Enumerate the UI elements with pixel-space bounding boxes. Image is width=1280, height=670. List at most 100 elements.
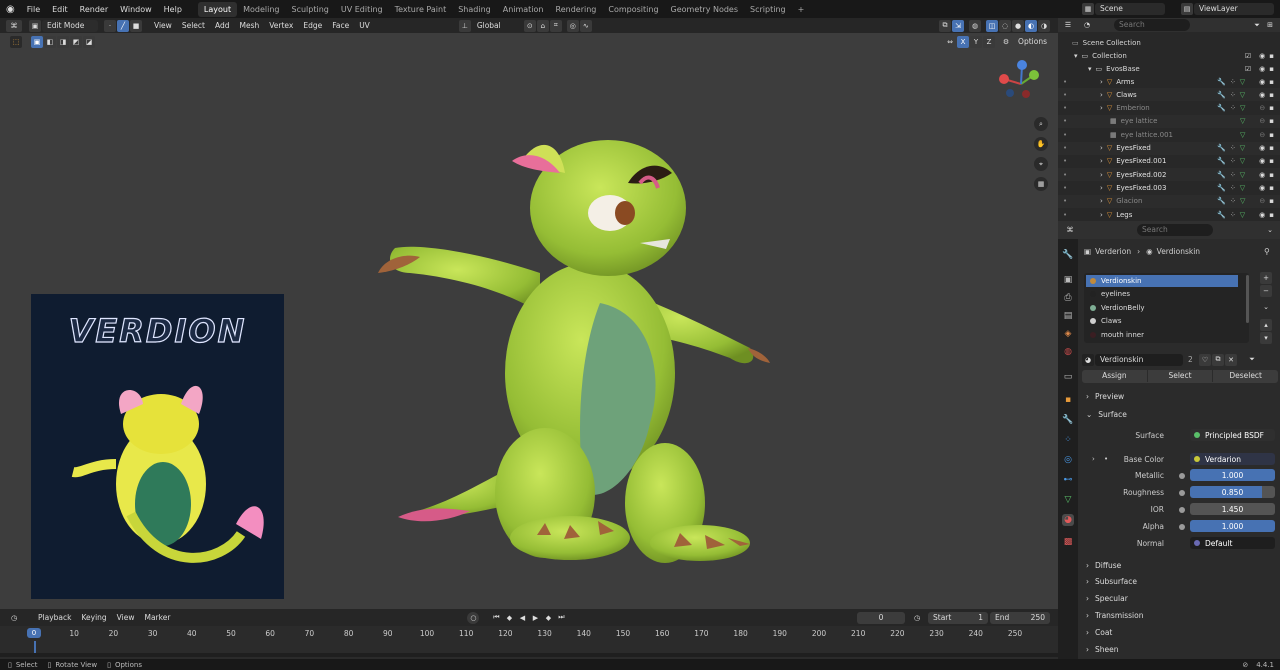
jump-end-icon[interactable]: ⏭ xyxy=(555,612,567,624)
node-tree-icon[interactable]: ⏷ xyxy=(1246,354,1258,366)
wireframe-shading-icon[interactable]: ◌ xyxy=(999,19,1011,32)
axis-z-toggle[interactable]: Z xyxy=(983,36,996,48)
checkbox-icon[interactable]: ☑ xyxy=(1245,65,1251,73)
tab-rendering[interactable]: Rendering xyxy=(550,2,603,17)
tool-settings-icon[interactable]: ⚙ xyxy=(1000,36,1012,48)
collection-tab-icon[interactable]: ▭ xyxy=(1062,371,1074,383)
section-transmission[interactable]: › Transmission xyxy=(1086,608,1143,622)
timeline-editor-icon[interactable]: ◷ xyxy=(6,612,22,624)
clock-icon[interactable]: ◷ xyxy=(911,612,923,624)
material-slot-verdionbelly[interactable]: VerdionBelly xyxy=(1086,302,1238,314)
dropdown-icon[interactable]: ⌄ xyxy=(1264,224,1276,236)
select-new-icon[interactable]: ▣ xyxy=(31,36,43,48)
scene-collection-row[interactable]: ▭ Scene Collection xyxy=(1058,36,1280,49)
overlay-icon[interactable]: ◍ xyxy=(969,19,981,32)
properties-editor-icon[interactable]: ⌘ xyxy=(1064,224,1076,236)
play-icon[interactable]: ▶ xyxy=(529,612,541,624)
outliner-search[interactable]: Search xyxy=(1114,19,1190,31)
reference-image[interactable]: VERDION xyxy=(31,294,284,599)
material-slot-verdionskin[interactable]: Verdionskin xyxy=(1086,275,1238,287)
outliner-item-eyesfixed-001[interactable]: • › ▽ EyesFixed.001 🔧 ⁘ ▽ ◉ ▪ xyxy=(1058,155,1280,168)
outliner-item-eyesfixed-002[interactable]: • › ▽ EyesFixed.002 🔧 ⁘ ▽ ◉ ▪ xyxy=(1058,168,1280,182)
options-dropdown[interactable]: Options xyxy=(1013,36,1052,48)
texture-tab-icon[interactable]: ▩ xyxy=(1062,536,1074,548)
tab-uv-editing[interactable]: UV Editing xyxy=(335,2,389,17)
menu-view[interactable]: View xyxy=(149,20,177,32)
menu-marker[interactable]: Marker xyxy=(139,612,175,624)
play-reverse-icon[interactable]: ◀ xyxy=(516,612,528,624)
eye-icon[interactable]: ◉ xyxy=(1259,144,1265,152)
render-tab-icon[interactable]: ▣ xyxy=(1062,274,1074,286)
section-specular[interactable]: › Specular xyxy=(1086,592,1128,606)
menu-add[interactable]: Add xyxy=(210,20,235,32)
section-subsurface[interactable]: › Subsurface xyxy=(1086,575,1137,589)
tool-tab-icon[interactable]: 🔧 xyxy=(1062,249,1074,261)
unlink-material-icon[interactable]: ✕ xyxy=(1225,353,1237,366)
3d-viewport[interactable]: VERDION ⌕ ✋ ⌖ ▦ xyxy=(0,33,1058,609)
physics-tab-icon[interactable]: ◎ xyxy=(1062,454,1074,466)
chevron-right-icon[interactable]: › xyxy=(1100,157,1103,165)
output-tab-icon[interactable]: ⎙ xyxy=(1062,292,1074,304)
material-name-field[interactable]: Verdionskin xyxy=(1095,353,1183,366)
edge-select-icon[interactable]: ╱ xyxy=(117,19,129,32)
start-frame-field[interactable]: Start 1 xyxy=(928,611,988,624)
camera-icon[interactable]: ▪ xyxy=(1269,211,1274,219)
normal-field[interactable]: Default xyxy=(1190,537,1275,549)
current-frame-field[interactable]: 0 xyxy=(857,611,905,624)
eye-icon[interactable]: ◉ xyxy=(1259,91,1265,99)
outliner-item-legs[interactable]: • › ▽ Legs 🔧 ⁘ ▽ ◉ ▪ xyxy=(1058,208,1280,221)
chevron-right-icon[interactable]: › xyxy=(1100,211,1103,219)
proportional-edit-icon[interactable]: ◎ xyxy=(566,19,579,32)
menu-file[interactable]: File xyxy=(21,5,46,14)
visibility-icon[interactable]: ⧉ xyxy=(939,19,951,32)
snap-icon[interactable]: ⌂ xyxy=(536,19,549,32)
menu-mesh[interactable]: Mesh xyxy=(234,20,264,32)
outliner-item-eye-lattice-001[interactable]: • ▦ eye lattice.001 ▽ ⊖ ▪ xyxy=(1058,128,1280,141)
modifier-tab-icon[interactable]: 🔧 xyxy=(1062,414,1074,426)
chevron-right-icon[interactable]: › xyxy=(1100,78,1103,86)
tab-shading[interactable]: Shading xyxy=(452,2,497,17)
outliner-item-eyesfixed-003[interactable]: • › ▽ EyesFixed.003 🔧 ⁘ ▽ ◉ ▪ xyxy=(1058,181,1280,194)
eye-icon[interactable]: ◉ xyxy=(1259,52,1265,60)
menu-select[interactable]: Select xyxy=(177,20,210,32)
material-slot-claws[interactable]: Claws xyxy=(1086,315,1238,327)
tab-scripting[interactable]: Scripting xyxy=(744,2,792,17)
select-invert-icon[interactable]: ◩ xyxy=(70,36,82,48)
eye-icon[interactable]: ⊖ xyxy=(1259,197,1265,205)
material-slot-eyelines[interactable]: eyelines xyxy=(1086,288,1238,300)
end-frame-field[interactable]: End 250 xyxy=(990,611,1050,624)
camera-icon[interactable]: ▪ xyxy=(1269,131,1274,139)
chevron-right-icon[interactable]: › xyxy=(1100,104,1103,112)
mode-selector[interactable]: Edit Mode xyxy=(42,19,98,32)
face-select-icon[interactable]: ■ xyxy=(130,19,142,32)
menu-edit[interactable]: Edit xyxy=(46,5,74,14)
xray-icon[interactable]: ◫ xyxy=(986,19,998,32)
section-diffuse[interactable]: › Diffuse xyxy=(1086,558,1121,572)
roughness-field[interactable]: 0.850 xyxy=(1190,486,1275,498)
material-tab-icon[interactable]: ◕ xyxy=(1062,514,1074,526)
filter-icon[interactable]: ⏷ xyxy=(1251,19,1263,31)
menu-keying[interactable]: Keying xyxy=(76,612,111,624)
add-workspace-button[interactable]: + xyxy=(792,2,811,17)
solid-shading-icon[interactable]: ● xyxy=(1012,19,1024,32)
outliner-item-claws[interactable]: • › ▽ Claws 🔧 ⁘ ▽ ◉ ▪ xyxy=(1058,88,1280,102)
auto-key-icon[interactable]: ○ xyxy=(467,611,480,624)
eye-icon[interactable]: ⊖ xyxy=(1259,117,1265,125)
tab-compositing[interactable]: Compositing xyxy=(602,2,664,17)
metallic-field[interactable]: 1.000 xyxy=(1190,469,1275,481)
chevron-right-icon[interactable]: › xyxy=(1100,144,1103,152)
data-tab-icon[interactable]: ▽ xyxy=(1062,494,1074,506)
select-subtract-icon[interactable]: ◨ xyxy=(57,36,69,48)
select-tool-icon[interactable]: ⬚ xyxy=(10,36,22,48)
viewlayer-icon[interactable]: ▤ xyxy=(1181,3,1193,15)
slot-scrollbar[interactable] xyxy=(1246,275,1249,323)
transform-orientation-selector[interactable]: Global xyxy=(472,20,520,32)
scene-tab-icon[interactable]: ◈ xyxy=(1062,328,1074,340)
base-color-field[interactable]: Verdarion xyxy=(1190,453,1275,465)
browse-material-icon[interactable]: ◕ xyxy=(1082,353,1094,366)
object-tab-icon[interactable]: ▪ xyxy=(1062,394,1074,406)
eye-icon[interactable]: ◉ xyxy=(1259,157,1265,165)
eye-icon[interactable]: ◉ xyxy=(1259,184,1265,192)
tab-sculpting[interactable]: Sculpting xyxy=(286,2,335,17)
eye-icon[interactable]: ◉ xyxy=(1259,211,1265,219)
